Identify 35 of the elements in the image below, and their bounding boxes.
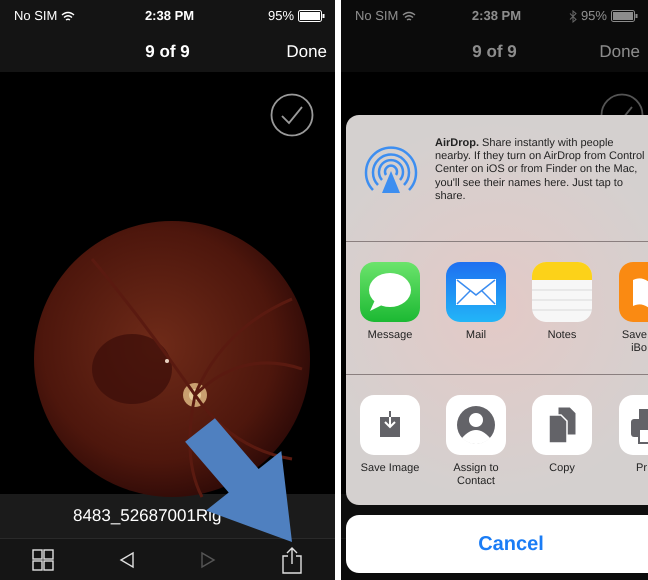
share-icon[interactable]: [280, 546, 303, 574]
grid-icon[interactable]: [32, 548, 54, 570]
battery-percent: 95%: [268, 7, 294, 26]
airdrop-description: AirDrop. Share instantly with people nearby. If they turn on AirDrop from Control Center on iOS or from Finder on the Mac, you'll see their names here. Just tap to share.: [435, 137, 645, 204]
screen-title: 9 of 9: [472, 42, 517, 62]
share-option[interactable]: Assign to Contact: [433, 395, 519, 488]
wifi-icon: [61, 10, 76, 22]
carrier-label: No SIM: [14, 7, 58, 26]
share-option[interactable]: Mail: [433, 262, 519, 374]
download-box-icon: [360, 395, 420, 455]
battery-percent: 95%: [580, 7, 607, 26]
notepad-icon: [532, 262, 592, 322]
share-option[interactable]: Message: [347, 262, 433, 374]
carrier-label: No SIM: [355, 7, 398, 26]
file-name: 8483_52687001Rig: [73, 505, 222, 528]
speech-bubble-icon: [360, 262, 420, 322]
battery-icon: [610, 10, 638, 22]
documents-icon: [532, 395, 592, 455]
done-button[interactable]: Done: [286, 39, 327, 65]
share-option[interactable]: Pr: [605, 395, 647, 488]
share-option[interactable]: Notes: [519, 262, 605, 374]
check-circle-icon[interactable]: [270, 93, 314, 137]
back-triangle-icon[interactable]: [119, 550, 136, 568]
done-button[interactable]: Done: [599, 39, 640, 65]
share-option[interactable]: Save Image: [347, 395, 433, 488]
wifi-icon: [402, 10, 416, 22]
envelope-icon: [446, 262, 506, 322]
share-option[interactable]: Copy: [519, 395, 605, 488]
cancel-button[interactable]: Cancel: [346, 515, 648, 573]
screen-title: 9 of 9: [145, 42, 190, 62]
clock-time: 2:38 PM: [472, 7, 522, 26]
battery-icon: [298, 10, 326, 22]
person-icon: [446, 395, 506, 455]
share-option[interactable]: Save iBo: [605, 262, 647, 374]
clock-time: 2:38 PM: [144, 7, 194, 26]
